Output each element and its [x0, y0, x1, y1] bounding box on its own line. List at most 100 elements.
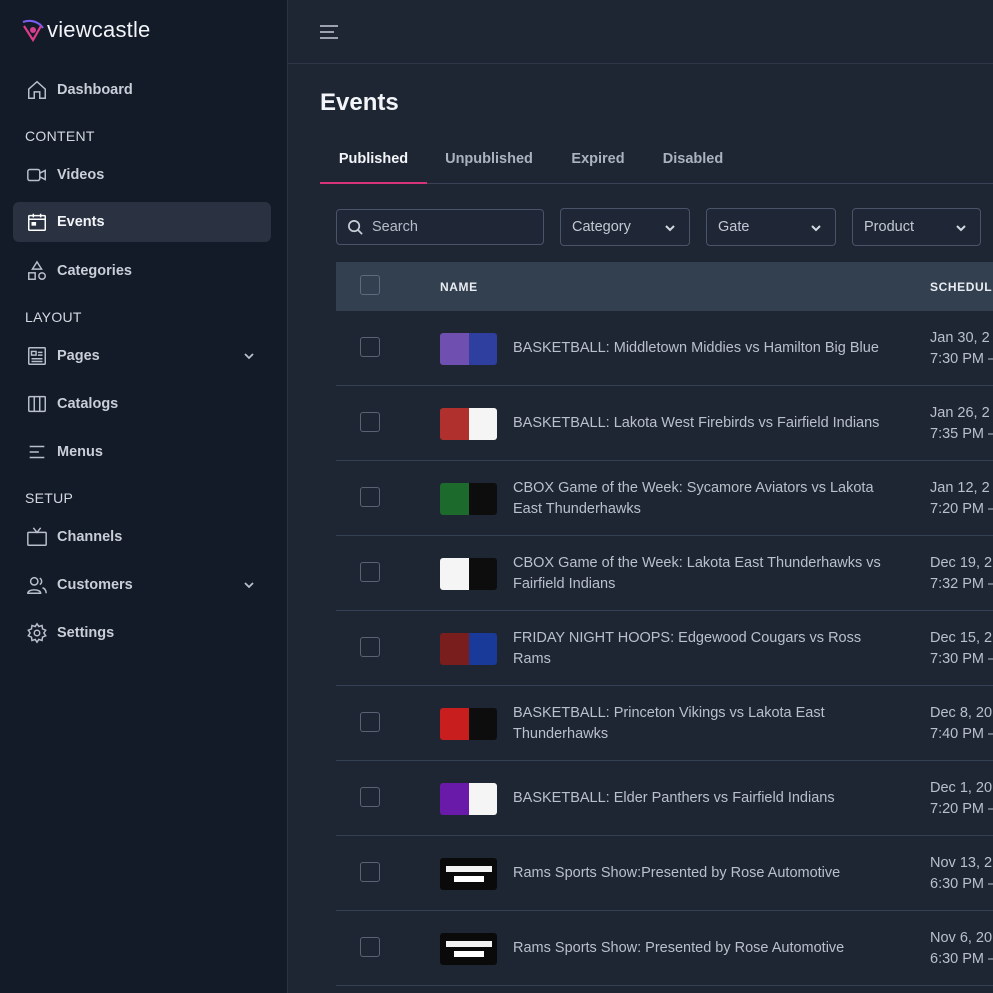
event-date: Nov 6, 20 — [930, 930, 993, 946]
menu-lines-icon — [25, 440, 49, 464]
table-row[interactable]: FRIDAY NIGHT HOOPS: Edgewood Cougars vs … — [336, 611, 993, 686]
event-name[interactable]: BASKETBALL: Lakota West Firebirds vs Fai… — [513, 413, 893, 434]
chevron-down-icon[interactable] — [241, 348, 257, 364]
table-row[interactable]: BASKETBALL: Lakota West Firebirds vs Fai… — [336, 386, 993, 461]
event-name[interactable]: CBOX Game of the Week: Lakota East Thund… — [513, 553, 893, 595]
sidebar-item-settings[interactable]: Settings — [13, 613, 271, 653]
event-date: Nov 13, 2 — [930, 855, 993, 871]
section-title-layout: LAYOUT — [25, 309, 82, 325]
sidebar-item-categories[interactable]: Categories — [13, 251, 271, 291]
row-checkbox[interactable] — [360, 937, 380, 957]
sidebar-item-events[interactable]: Events — [13, 202, 271, 242]
event-thumbnail[interactable] — [440, 558, 497, 590]
table-row[interactable]: CBOX Game of the Week: Sycamore Aviators… — [336, 461, 993, 536]
sidebar-item-label: Catalogs — [57, 396, 119, 412]
table-row[interactable]: BASKETBALL: Middletown Middies vs Hamilt… — [336, 311, 993, 386]
product-select-value: Product — [864, 219, 914, 235]
event-name[interactable]: FRIDAY NIGHT HOOPS: Edgewood Cougars vs … — [513, 628, 893, 670]
sidebar-item-label: Pages — [57, 348, 100, 364]
event-date: Dec 15, 2 — [930, 630, 993, 646]
tab-expired[interactable]: Expired — [560, 140, 636, 184]
column-header-name[interactable]: NAME — [440, 280, 478, 294]
event-name[interactable]: BASKETBALL: Elder Panthers vs Fairfield … — [513, 788, 893, 809]
search-box — [336, 209, 544, 245]
search-icon — [348, 219, 363, 235]
event-thumbnail[interactable] — [440, 783, 497, 815]
event-schedule: Dec 15, 2 7:30 PM – — [930, 628, 993, 670]
event-time: 7:20 PM – — [930, 801, 993, 817]
select-all-checkbox[interactable] — [360, 275, 380, 295]
chevron-down-icon — [663, 221, 677, 235]
section-title-content: CONTENT — [25, 128, 95, 144]
gate-select-value: Gate — [718, 219, 750, 235]
gear-icon — [25, 621, 49, 645]
tab-published[interactable]: Published — [320, 140, 427, 184]
event-date: Dec 1, 20 — [930, 780, 993, 796]
tab-unpublished[interactable]: Unpublished — [435, 140, 543, 184]
search-input[interactable] — [372, 219, 532, 235]
table-row[interactable]: CBOX Game of the Week: Lakota East Thund… — [336, 536, 993, 611]
table-row[interactable]: BASKETBALL: Elder Panthers vs Fairfield … — [336, 761, 993, 836]
event-date: Jan 30, 2 — [930, 330, 990, 346]
event-name[interactable]: CBOX Game of the Week: Sycamore Aviators… — [513, 478, 893, 520]
event-time: 7:32 PM – — [930, 576, 993, 592]
event-schedule: Jan 26, 2 7:35 PM – — [930, 403, 993, 445]
event-name[interactable]: Rams Sports Show:Presented by Rose Autom… — [513, 863, 893, 884]
event-thumbnail[interactable] — [440, 933, 497, 965]
viewcastle-logo[interactable]: viewcastle — [21, 16, 150, 44]
topbar — [288, 0, 993, 64]
sidebar: viewcastle Dashboard CONTENT Videos Even… — [0, 0, 288, 993]
page-title: Events — [320, 89, 399, 116]
row-checkbox[interactable] — [360, 787, 380, 807]
row-checkbox[interactable] — [360, 487, 380, 507]
shapes-icon — [25, 259, 49, 283]
sidebar-item-channels[interactable]: Channels — [13, 517, 271, 557]
event-schedule: Jan 30, 2 7:30 PM – — [930, 328, 993, 370]
event-thumbnail[interactable] — [440, 708, 497, 740]
row-checkbox[interactable] — [360, 412, 380, 432]
gate-select[interactable]: Gate — [706, 208, 836, 246]
chevron-down-icon — [809, 221, 823, 235]
column-header-schedule[interactable]: SCHEDULI — [930, 280, 993, 294]
event-thumbnail[interactable] — [440, 633, 497, 665]
event-thumbnail[interactable] — [440, 483, 497, 515]
event-date: Jan 26, 2 — [930, 405, 990, 421]
tab-disabled[interactable]: Disabled — [653, 140, 733, 184]
sidebar-item-label: Channels — [57, 529, 123, 545]
event-name[interactable]: Rams Sports Show: Presented by Rose Auto… — [513, 938, 893, 959]
columns-icon — [25, 392, 49, 416]
chevron-down-icon — [954, 221, 968, 235]
sidebar-item-catalogs[interactable]: Catalogs — [13, 384, 271, 424]
event-name[interactable]: BASKETBALL: Princeton Vikings vs Lakota … — [513, 703, 893, 745]
row-checkbox[interactable] — [360, 637, 380, 657]
event-thumbnail[interactable] — [440, 858, 497, 890]
event-time: 7:30 PM – — [930, 651, 993, 667]
row-checkbox[interactable] — [360, 562, 380, 582]
sidebar-item-pages[interactable]: Pages — [13, 336, 271, 376]
product-select[interactable]: Product — [852, 208, 981, 246]
event-time: 7:35 PM – — [930, 426, 993, 442]
event-schedule: Nov 13, 2 6:30 PM – — [930, 853, 993, 895]
event-thumbnail[interactable] — [440, 408, 497, 440]
tabs: Published Unpublished Expired Disabled — [320, 140, 993, 184]
row-checkbox[interactable] — [360, 862, 380, 882]
table-row[interactable]: Rams Sports Show: Presented by Rose Auto… — [336, 911, 993, 986]
event-name[interactable]: BASKETBALL: Middletown Middies vs Hamilt… — [513, 338, 893, 359]
event-time: 7:30 PM – — [930, 351, 993, 367]
sidebar-item-customers[interactable]: Customers — [13, 565, 271, 605]
sidebar-item-dashboard[interactable]: Dashboard — [13, 70, 271, 110]
category-select[interactable]: Category — [560, 208, 690, 246]
chevron-down-icon[interactable] — [241, 577, 257, 593]
event-thumbnail[interactable] — [440, 333, 497, 365]
tv-icon — [25, 525, 49, 549]
row-checkbox[interactable] — [360, 712, 380, 732]
event-date: Dec 8, 20 — [930, 705, 993, 721]
brand-name: viewcastle — [47, 17, 151, 42]
hamburger-menu-icon[interactable] — [318, 21, 340, 43]
table-row[interactable]: Rams Sports Show:Presented by Rose Autom… — [336, 836, 993, 911]
row-checkbox[interactable] — [360, 337, 380, 357]
sidebar-item-menus[interactable]: Menus — [13, 432, 271, 472]
sidebar-item-videos[interactable]: Videos — [13, 155, 271, 195]
table-row[interactable]: BASKETBALL: Princeton Vikings vs Lakota … — [336, 686, 993, 761]
home-icon — [25, 78, 49, 102]
